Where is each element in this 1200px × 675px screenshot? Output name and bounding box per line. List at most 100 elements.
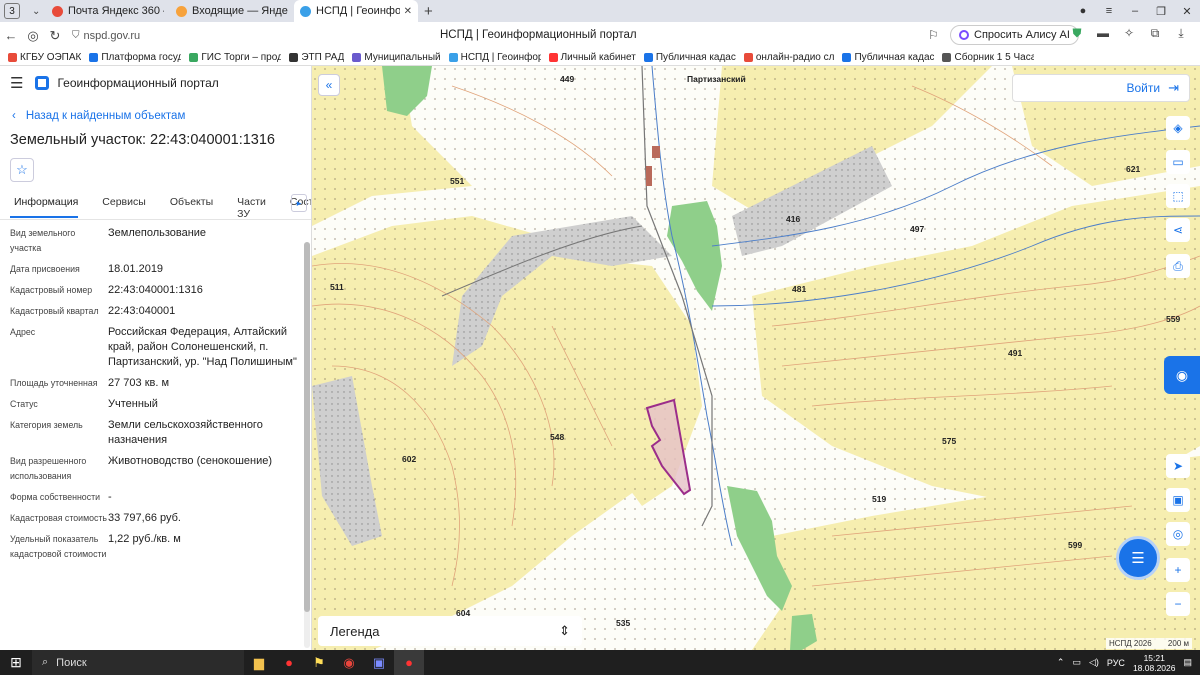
bookmark-item[interactable]: Сборник 1 5 Часа: [942, 52, 1034, 63]
locate-button[interactable]: ➤: [1166, 454, 1190, 478]
windows-start-icon[interactable]: ⊞: [0, 654, 32, 671]
object-tabs: ИнформацияСервисыОбъектыЧасти ЗУСостав▸: [0, 194, 311, 220]
collapse-panel-button[interactable]: «: [318, 74, 340, 96]
bookmark-item[interactable]: Муниципальный: [352, 52, 441, 63]
yandex-browser-icon[interactable]: ●: [274, 650, 304, 675]
layers-button[interactable]: ◈: [1166, 116, 1190, 140]
minimize-icon[interactable]: –: [1122, 5, 1148, 17]
property-row: Адрес Российская Федерация, Алтайский кра…: [10, 325, 297, 370]
bookmark-icon[interactable]: ⚐: [928, 28, 939, 42]
property-row: Вид разрешенного использования Животновод…: [10, 454, 297, 484]
bookmark-label: НСПД | Геоинфор: [460, 51, 541, 63]
tab-1[interactable]: Сервисы: [98, 196, 146, 218]
minimap-button[interactable]: ▣: [1166, 488, 1190, 512]
bookmark-label: Личный кабинет: [560, 51, 636, 63]
property-row: Кадастровый квартал 22:43:040001: [10, 304, 297, 319]
new-tab-button[interactable]: +: [424, 3, 433, 20]
network-icon[interactable]: ▭: [1072, 657, 1081, 668]
tab-3[interactable]: Части ЗУ: [233, 196, 266, 220]
reload-icon[interactable]: ↻: [44, 28, 66, 44]
profile-icon[interactable]: ●: [1070, 5, 1096, 17]
tabs-next-button[interactable]: ▸: [291, 194, 307, 212]
floppy-app-icon[interactable]: ▣: [364, 650, 394, 675]
protect-icon[interactable]: ⛊: [1064, 26, 1090, 41]
close-tab-icon[interactable]: ✕: [404, 6, 412, 17]
volume-icon[interactable]: ◁): [1089, 657, 1099, 668]
property-key: Адрес: [10, 327, 36, 337]
search-on-map-button[interactable]: ◎: [1166, 522, 1190, 546]
notifications-icon[interactable]: ▤: [1183, 657, 1192, 668]
menu-icon[interactable]: ≡: [1096, 5, 1122, 17]
bookmark-item[interactable]: Личный кабинет: [548, 51, 636, 63]
bookmark-favicon-icon: [743, 52, 753, 62]
bookmark-item[interactable]: КГБУ ОЭПАК: [8, 52, 81, 63]
bookmark-item[interactable]: Платформа госуд: [89, 52, 181, 63]
share-button[interactable]: ⋖: [1166, 218, 1190, 242]
language-indicator[interactable]: РУС: [1107, 658, 1125, 668]
panel-scrollbar[interactable]: [304, 242, 310, 648]
yandex-active-icon[interactable]: ●: [394, 650, 424, 675]
tab-0[interactable]: Информация: [10, 196, 79, 218]
login-button[interactable]: Войти ⇥: [1012, 74, 1190, 102]
download-icon[interactable]: ⤓: [1168, 26, 1194, 41]
tab-list-chevron-icon[interactable]: ⌄: [32, 6, 46, 17]
sidebar-icon[interactable]: ⧉: [1142, 26, 1168, 41]
file-explorer-icon[interactable]: ▆: [244, 650, 274, 675]
chat-button[interactable]: ☰: [1116, 536, 1160, 580]
property-value: 22:43:040001:1316: [108, 284, 203, 296]
hamburger-menu-icon[interactable]: ☰: [10, 74, 23, 92]
browser-tab-title: НСПД | Геоинформаци: [316, 5, 400, 17]
assistant-tab-button[interactable]: ◉: [1164, 356, 1200, 394]
bookmark-favicon-icon: [189, 52, 199, 62]
reading-icon[interactable]: ▬: [1090, 26, 1116, 41]
zoom-in-button[interactable]: +: [1166, 558, 1190, 582]
browser-tab-nspd[interactable]: НСПД | Геоинформаци ✕: [294, 0, 418, 22]
zoom-out-button[interactable]: −: [1166, 592, 1190, 616]
bookmark-label: ГИС Торги – прод: [201, 51, 282, 63]
taskbar-search[interactable]: ⌕ Поиск: [32, 650, 244, 675]
url-field[interactable]: ⛉ nspd.gov.ru: [72, 30, 272, 42]
select-area-button[interactable]: ⬚: [1166, 184, 1190, 208]
bookmark-item[interactable]: ЭТП РАД: [289, 52, 344, 63]
tray-chevron-icon[interactable]: ⌃: [1057, 657, 1065, 668]
bookmark-item[interactable]: онлайн-радио сл: [743, 51, 835, 63]
bookmark-item[interactable]: НСПД | Геоинфор: [448, 51, 541, 63]
bookmark-favicon-icon: [352, 52, 362, 62]
back-icon[interactable]: ←: [0, 28, 22, 43]
property-value: Земли сельскохозяйственного назначения: [108, 419, 263, 446]
legend-panel[interactable]: Легенда ⇕: [318, 616, 582, 646]
browser-tab-inbox[interactable]: Входящие — Яндекс Почт: [170, 0, 294, 22]
maximize-icon[interactable]: ❐: [1148, 5, 1174, 18]
map-canvas[interactable]: [312, 66, 1200, 650]
bookmark-item[interactable]: Публичная кадас: [643, 52, 736, 63]
double-chevron-left-icon: «: [325, 78, 333, 92]
bookmark-favicon-icon: [842, 52, 852, 62]
tab-2[interactable]: Объекты: [166, 196, 213, 218]
bookmark-label: Платформа госуд: [101, 51, 182, 63]
browser-tab-mail[interactable]: Почта Яндекс 360 — бесп: [46, 0, 170, 22]
search-icon: ⌕: [42, 656, 49, 668]
alice-button[interactable]: Спросить Алису AI: [950, 25, 1079, 45]
bookmark-item[interactable]: Публичная кадас: [842, 52, 934, 63]
property-value: Российская Федерация, Алтайский край, ра…: [108, 326, 297, 368]
bookmark-item[interactable]: ГИС Торги – прод: [189, 52, 281, 63]
chrome-icon[interactable]: ◉: [334, 650, 364, 675]
bookmark-label: онлайн-радио сл: [755, 51, 835, 63]
back-to-results-link[interactable]: ‹ Назад к найденным объектам: [12, 110, 311, 122]
app-icon[interactable]: ⚑: [304, 650, 334, 675]
scrollbar-thumb[interactable]: [304, 242, 310, 612]
security-icon[interactable]: ◎: [22, 28, 44, 44]
favorite-star-button[interactable]: ☆: [10, 158, 34, 182]
measure-button[interactable]: ▭: [1166, 150, 1190, 174]
property-key: Удельный показатель кадастровой стоимост…: [10, 534, 107, 559]
map-attribution: НСПД 2026 200 м: [1105, 638, 1192, 649]
map-label: 621: [1126, 164, 1141, 174]
print-button[interactable]: ⎙: [1166, 254, 1190, 278]
property-key: Статус: [10, 399, 38, 409]
close-window-icon[interactable]: ✕: [1174, 5, 1200, 18]
alice-label: Спросить Алису AI: [974, 29, 1070, 41]
extensions-icon[interactable]: ✧: [1116, 26, 1142, 41]
map-view[interactable]: 449 Партизанский 551 416 497 621 511 481…: [312, 66, 1200, 650]
tab-count-button[interactable]: 3: [4, 3, 20, 19]
clock[interactable]: 15:21 18.08.2026: [1133, 653, 1176, 673]
